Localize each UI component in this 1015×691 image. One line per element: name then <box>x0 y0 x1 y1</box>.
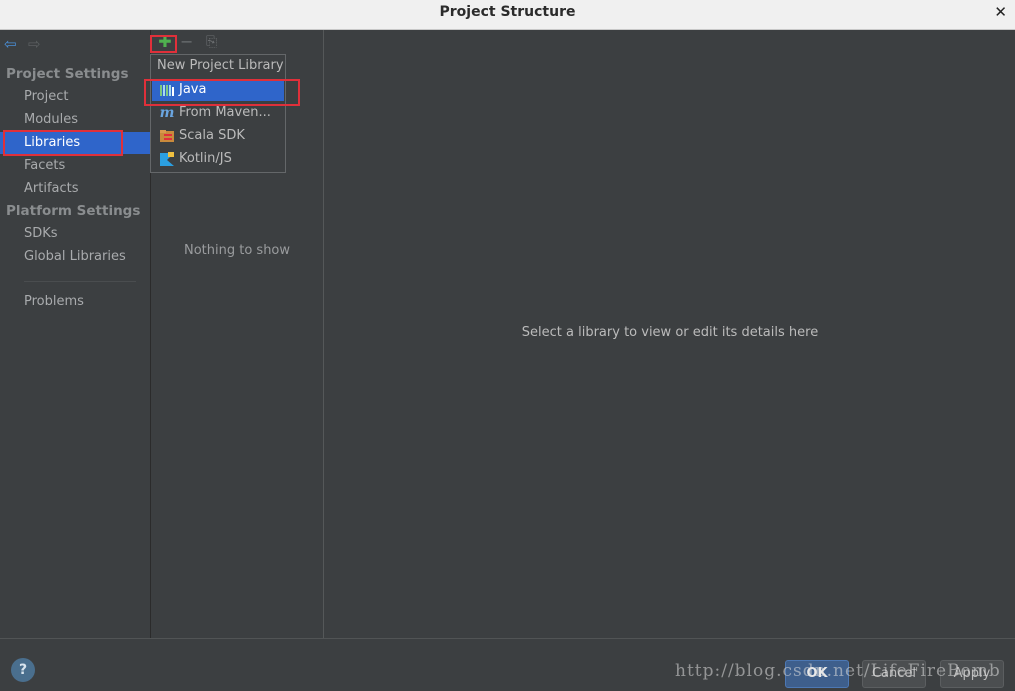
project-settings-header: Project Settings <box>6 66 129 82</box>
popup-item-kotlin-js[interactable]: Kotlin/JS <box>152 148 284 170</box>
sidebar-item-problems[interactable]: Problems <box>0 291 150 313</box>
details-panel: Select a library to view or edit its det… <box>325 30 1015 638</box>
sidebar-item-facets[interactable]: Facets <box>0 155 150 177</box>
maven-icon: m <box>159 105 175 121</box>
watermark: http://blog.csdn.net/LifeFireBomb <box>675 661 1001 681</box>
popup-title: New Project Library <box>157 58 284 73</box>
sidebar-item-artifacts[interactable]: Artifacts <box>0 178 150 200</box>
arrow-right-icon[interactable]: ⇨ <box>28 36 41 52</box>
java-library-icon <box>159 82 175 98</box>
sidebar-item-global-libraries[interactable]: Global Libraries <box>0 246 150 268</box>
plus-icon[interactable]: ✚ <box>154 32 176 52</box>
kotlin-js-icon <box>159 151 175 167</box>
help-icon[interactable]: ? <box>11 658 35 682</box>
window-title: Project Structure <box>439 4 576 20</box>
popup-item-label: Kotlin/JS <box>179 151 232 166</box>
popup-item-java[interactable]: Java <box>152 79 284 101</box>
settings-sidebar: ⇦ ⇨ Project Settings Project Modules Lib… <box>0 30 150 638</box>
title-bar: Project Structure ✕ <box>0 0 1015 30</box>
sidebar-item-libraries[interactable]: Libraries <box>0 132 150 154</box>
empty-list-text: Nothing to show <box>183 243 291 258</box>
arrow-left-icon[interactable]: ⇦ <box>4 36 17 52</box>
sidebar-item-modules[interactable]: Modules <box>0 109 150 131</box>
popup-item-label: Java <box>179 82 207 97</box>
details-hint: Select a library to view or edit its det… <box>521 325 819 340</box>
popup-item-maven[interactable]: m From Maven... <box>152 102 284 124</box>
scala-sdk-icon <box>159 128 175 144</box>
minus-icon[interactable]: − <box>180 32 193 52</box>
popup-item-label: Scala SDK <box>179 128 245 143</box>
copy-icon[interactable]: ⎘ <box>206 32 217 52</box>
sidebar-item-project[interactable]: Project <box>0 86 150 108</box>
popup-item-scala-sdk[interactable]: Scala SDK <box>152 125 284 147</box>
dialog-footer: ? OK Cancel Apply http://blog.csdn.net/L… <box>0 638 1015 691</box>
popup-item-label: From Maven... <box>179 105 271 120</box>
close-icon[interactable]: ✕ <box>994 3 1007 21</box>
new-library-popup: New Project Library Java m From Maven... <box>150 54 286 173</box>
platform-settings-header: Platform Settings <box>6 203 141 219</box>
sidebar-item-sdks[interactable]: SDKs <box>0 223 150 245</box>
sidebar-divider <box>24 281 136 282</box>
